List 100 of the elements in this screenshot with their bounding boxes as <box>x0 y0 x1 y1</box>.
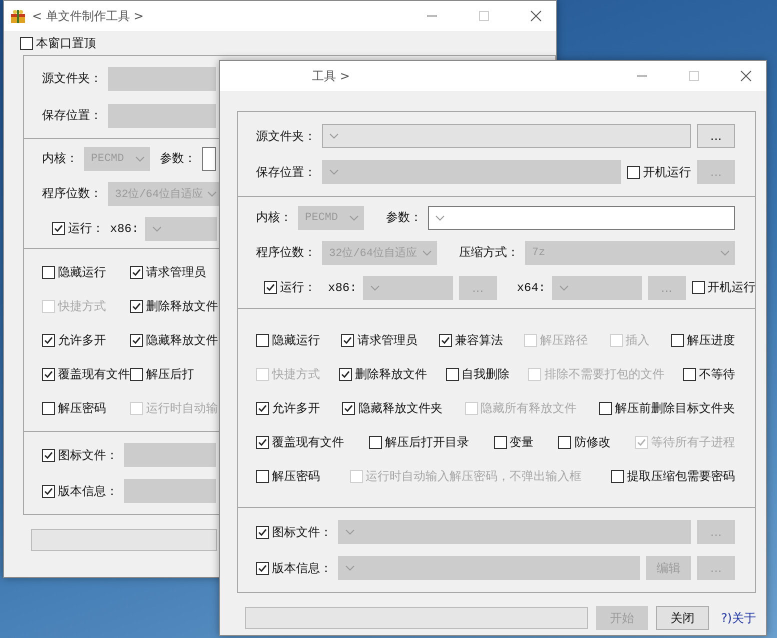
checkbox-label[interactable]: 解压后打 <box>146 366 194 382</box>
checkbox-label[interactable]: 请求管理员 <box>146 264 206 280</box>
checkbox-label[interactable]: 隐藏释放文件夹 <box>358 400 442 416</box>
window-title: 工具 > <box>312 68 351 84</box>
checkbox-label[interactable]: 删除释放文件 <box>146 298 218 314</box>
field-label: 内核： <box>256 209 292 226</box>
checkbox-label[interactable]: 开机运行 <box>708 279 756 296</box>
field-label: 程序位数： <box>256 244 316 261</box>
checkbox-label[interactable]: 防修改 <box>574 434 610 450</box>
chevron-icon <box>349 214 359 220</box>
checkbox-label[interactable]: 请求管理员 <box>357 332 418 348</box>
checkbox[interactable] <box>494 436 506 448</box>
window-title: < 单文件制作工具 > <box>32 8 145 24</box>
field-label: 保存位置： <box>42 107 102 124</box>
checkbox-label[interactable]: 解压密码 <box>272 468 320 484</box>
chevron-icon <box>422 250 432 256</box>
field-label: 程序位数： <box>42 185 102 202</box>
checkbox-label[interactable]: 覆盖现有文件 <box>58 366 130 382</box>
field-label: 内核： <box>42 150 78 167</box>
checkbox[interactable] <box>256 470 269 482</box>
checkbox[interactable] <box>42 334 55 346</box>
checkbox-label[interactable]: 图标文件： <box>272 524 332 540</box>
checkbox[interactable] <box>598 402 612 414</box>
button[interactable]: 关闭 <box>656 606 709 630</box>
field-label: 源文件夹： <box>42 70 102 87</box>
field-label: 压缩方式： <box>459 244 519 261</box>
chevron-icon <box>345 529 355 535</box>
close-icon[interactable] <box>530 10 542 22</box>
checkbox[interactable] <box>683 368 696 380</box>
checkbox-label[interactable]: 解压前删除目标文件夹 <box>614 400 735 416</box>
checkbox[interactable] <box>611 470 624 482</box>
checkbox-label[interactable]: 删除释放文件 <box>354 366 427 382</box>
checkbox-label[interactable]: 解压进度 <box>686 332 735 348</box>
chevron-icon <box>345 565 355 571</box>
checkbox-label[interactable]: 版本信息： <box>272 560 332 576</box>
checkbox[interactable] <box>692 281 705 294</box>
checkbox[interactable] <box>264 281 277 294</box>
text-field[interactable] <box>202 146 216 170</box>
checkbox[interactable] <box>438 334 452 346</box>
checkbox-label[interactable]: 运行： <box>68 220 104 237</box>
checkbox-label[interactable]: 隐藏释放文件 <box>146 332 218 348</box>
checkbox-label[interactable]: 隐藏运行 <box>58 264 106 280</box>
close-icon[interactable] <box>740 70 752 82</box>
chevron-icon <box>720 250 730 256</box>
checkbox[interactable] <box>130 266 143 278</box>
checkbox-label[interactable]: 不等待 <box>699 366 735 382</box>
checkbox[interactable] <box>446 368 458 380</box>
checkbox-label[interactable]: 解压后打开目录 <box>384 434 469 450</box>
checkbox[interactable] <box>42 448 55 462</box>
chevron-icon <box>558 284 569 290</box>
chevron-icon <box>435 214 445 220</box>
field-label: 保存位置： <box>256 164 316 180</box>
package-icon <box>10 8 26 24</box>
checkbox-label[interactable]: 版本信息： <box>58 482 118 500</box>
checkbox[interactable] <box>52 222 65 235</box>
checkbox[interactable] <box>670 334 684 346</box>
checkbox[interactable] <box>256 402 269 414</box>
checkbox[interactable] <box>368 436 382 448</box>
checkbox-label[interactable]: 本窗口置顶 <box>36 35 96 52</box>
checkbox[interactable] <box>256 334 269 346</box>
checkbox-label[interactable]: 变量 <box>510 434 534 450</box>
chevron-icon <box>329 169 339 175</box>
checkbox-label[interactable]: 图标文件： <box>58 446 118 464</box>
checkbox-label[interactable]: 允许多开 <box>58 332 106 348</box>
chevron-icon <box>207 190 217 196</box>
checkbox[interactable] <box>342 402 356 414</box>
chevron-icon <box>329 133 339 139</box>
field-label: x64: <box>516 280 546 294</box>
checkbox[interactable] <box>42 402 55 414</box>
chevron-icon <box>370 284 380 290</box>
checkbox[interactable] <box>256 562 269 574</box>
checkbox-label[interactable]: 允许多开 <box>272 400 320 416</box>
checkbox[interactable] <box>130 300 143 312</box>
checkbox[interactable] <box>130 368 143 380</box>
checkbox[interactable] <box>42 368 55 380</box>
field-label: 参数： <box>386 209 422 226</box>
checkbox-label[interactable]: 自我删除 <box>462 366 510 382</box>
chevron-icon <box>135 156 145 162</box>
checkbox-label[interactable]: 兼容算法 <box>454 332 503 348</box>
dropdown[interactable] <box>428 206 735 230</box>
checkbox[interactable] <box>338 368 352 380</box>
checkbox[interactable] <box>558 436 572 448</box>
checkbox-label[interactable]: 解压密码 <box>58 400 106 416</box>
field-label: x86: <box>110 222 139 236</box>
field-label: 参数： <box>160 150 196 167</box>
checkbox[interactable] <box>341 334 354 346</box>
checkbox[interactable] <box>20 37 33 50</box>
chevron-icon <box>152 226 162 232</box>
checkbox[interactable] <box>256 526 269 538</box>
about-link[interactable]: ?)关于 <box>720 610 756 626</box>
checkbox-label[interactable]: 覆盖现有文件 <box>272 434 344 450</box>
checkbox[interactable] <box>130 334 143 346</box>
checkbox[interactable] <box>256 436 269 448</box>
checkbox[interactable] <box>42 484 55 498</box>
field-label: x86: <box>328 280 357 294</box>
checkbox-label[interactable]: 提取压缩包需要密码 <box>627 468 735 484</box>
checkbox-label[interactable]: 隐藏运行 <box>272 332 320 348</box>
checkbox[interactable] <box>42 266 55 278</box>
button[interactable]: ... <box>697 124 735 148</box>
checkbox-label[interactable]: 运行： <box>280 279 316 296</box>
